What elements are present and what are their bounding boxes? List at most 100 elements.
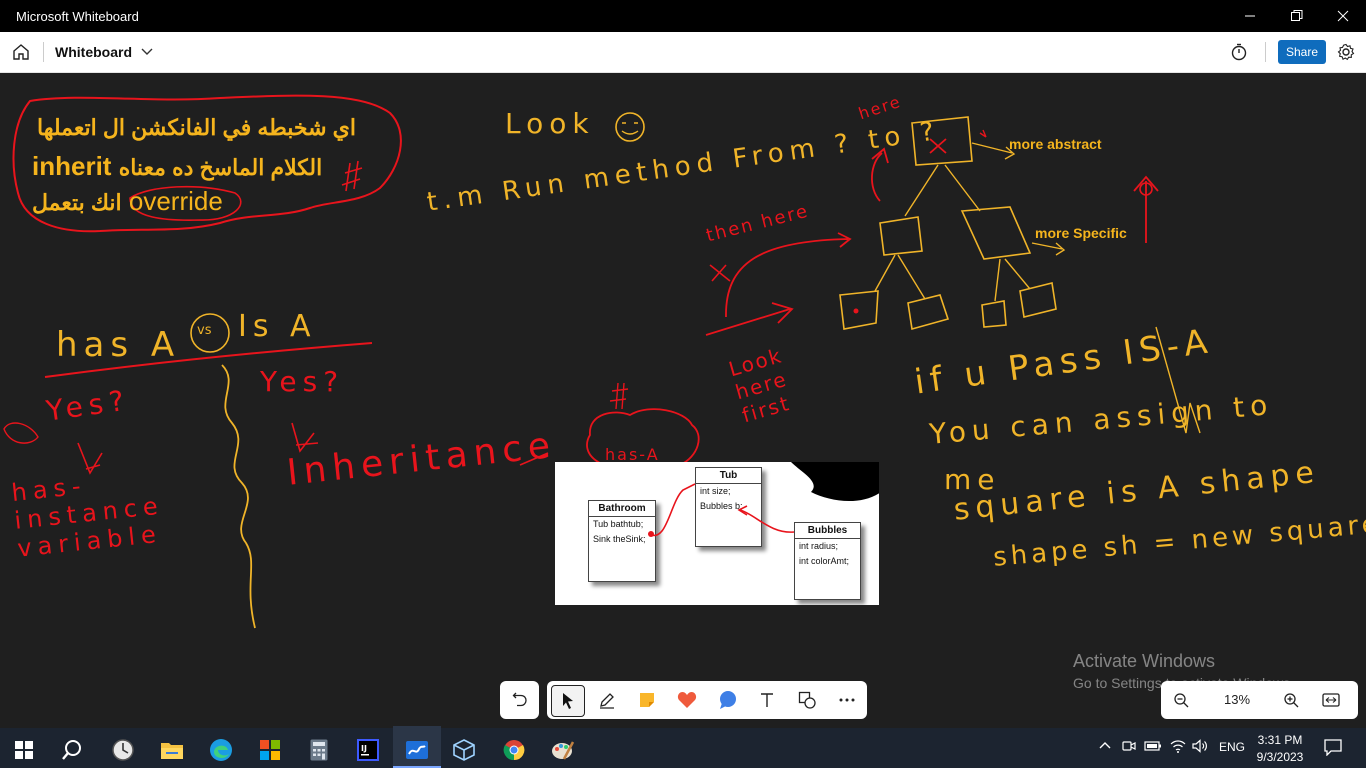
tray-language[interactable]: ENG xyxy=(1219,740,1245,754)
fit-to-screen-button[interactable] xyxy=(1315,685,1347,715)
label-more-specific: more Specific xyxy=(1035,225,1127,241)
zoom-in-icon xyxy=(1284,693,1299,708)
paint-icon xyxy=(552,741,575,760)
chevron-down-icon[interactable] xyxy=(140,44,154,58)
undo-button[interactable] xyxy=(500,681,539,719)
chevron-up-icon xyxy=(1099,742,1111,749)
select-icon xyxy=(563,693,573,709)
reaction-tool[interactable] xyxy=(671,685,703,715)
taskbar-app-calculator[interactable] xyxy=(299,732,339,768)
zoom-out-button[interactable] xyxy=(1165,685,1197,715)
home-button[interactable] xyxy=(8,38,34,66)
label-more-abstract: more abstract xyxy=(1009,136,1102,152)
zoom-out-icon xyxy=(1174,693,1189,708)
watermark-title: Activate Windows xyxy=(1073,651,1216,671)
maximize-button[interactable] xyxy=(1274,0,1320,32)
taskbar-app-intellij[interactable]: IJ xyxy=(348,732,388,768)
zoom-in-button[interactable] xyxy=(1275,685,1307,715)
edge-browser-icon xyxy=(210,739,232,761)
shapes-icon xyxy=(798,691,816,709)
notifications-button[interactable] xyxy=(1324,738,1342,761)
timer-button[interactable] xyxy=(1227,40,1251,64)
folder-icon xyxy=(161,743,183,759)
zoom-controls: 13% xyxy=(1161,681,1358,719)
intellij-icon: IJ xyxy=(357,739,379,761)
taskbar-app-whiteboard[interactable] xyxy=(397,732,437,768)
minimize-icon xyxy=(1245,15,1255,17)
taskbar-app-virtualbox[interactable] xyxy=(444,732,484,768)
store-icon xyxy=(260,740,280,760)
taskbar-app-file-explorer[interactable] xyxy=(152,732,192,768)
close-icon xyxy=(1337,10,1349,22)
settings-button[interactable] xyxy=(1333,40,1359,64)
calculator-icon xyxy=(310,739,328,761)
text-icon xyxy=(761,693,773,707)
uml-annotations xyxy=(648,483,795,537)
divider xyxy=(1265,42,1266,62)
arabic-note-line3-ar: انك بتعمل xyxy=(32,190,122,215)
timer-icon xyxy=(1231,43,1247,61)
svg-text:IJ: IJ xyxy=(361,744,367,753)
tray-meet-now[interactable] xyxy=(1122,739,1136,756)
battery-icon xyxy=(1144,741,1161,751)
tray-wifi[interactable] xyxy=(1170,739,1186,756)
taskbar-app-chrome[interactable] xyxy=(494,732,534,768)
tray-volume[interactable] xyxy=(1192,739,1208,756)
tray-battery[interactable] xyxy=(1144,739,1162,756)
app-bar: Whiteboard Share xyxy=(0,32,1366,73)
clock-app-icon xyxy=(112,739,134,761)
handwriting-has-a: has A xyxy=(56,325,181,365)
home-icon xyxy=(13,44,29,60)
uml-diagram-image[interactable]: Bathroom Tub bathtub; Sink theSink; Tub … xyxy=(555,462,879,605)
taskbar-app-store[interactable] xyxy=(250,732,290,768)
taskbar-app-clock[interactable] xyxy=(103,732,143,768)
board-name[interactable]: Whiteboard xyxy=(55,44,132,60)
whiteboard-app-icon xyxy=(406,741,428,759)
restore-icon xyxy=(1291,10,1303,21)
chrome-icon xyxy=(503,740,525,761)
taskbar-app-edge[interactable] xyxy=(201,732,241,768)
clock-date: 9/3/2023 xyxy=(1256,750,1304,764)
tray-overflow-button[interactable] xyxy=(1098,738,1112,755)
sticky-note-icon xyxy=(640,693,654,707)
arabic-note-override: override xyxy=(128,186,223,216)
taskbar-app-paint[interactable] xyxy=(543,732,583,768)
handwriting-is-a: Is A xyxy=(238,309,317,344)
shapes-tool[interactable] xyxy=(791,685,823,715)
wifi-icon xyxy=(1170,740,1186,753)
close-button[interactable] xyxy=(1320,0,1366,32)
pen-tool[interactable] xyxy=(591,685,623,715)
notification-icon xyxy=(1324,739,1342,757)
handwriting-look: Look xyxy=(505,107,595,140)
more-icon xyxy=(839,698,855,702)
select-tool[interactable] xyxy=(551,685,585,717)
volume-icon xyxy=(1192,739,1207,753)
fit-screen-icon xyxy=(1322,693,1340,707)
undo-icon xyxy=(512,692,527,707)
zoom-level[interactable]: 13% xyxy=(1219,692,1255,707)
minimize-button[interactable] xyxy=(1227,0,1273,32)
gear-icon xyxy=(1337,43,1355,61)
text-tool[interactable] xyxy=(751,685,783,715)
arabic-note-inherit: inherit xyxy=(32,151,112,181)
heart-icon xyxy=(677,692,697,708)
comment-tool[interactable] xyxy=(711,685,743,715)
handwriting-vs: vs xyxy=(197,323,212,338)
title-bar: Microsoft Whiteboard xyxy=(0,0,1366,32)
sticky-note-tool[interactable] xyxy=(631,685,663,715)
search-button[interactable] xyxy=(52,732,92,768)
app-title: Microsoft Whiteboard xyxy=(16,9,139,24)
more-tools-button[interactable] xyxy=(831,685,863,715)
divider xyxy=(43,42,44,62)
clock-time: 3:31 PM xyxy=(1257,733,1303,747)
whiteboard-canvas[interactable]: اي شخبطه في الفانكشن ال اتعملها inherit … xyxy=(0,73,1366,727)
taskbar: IJ ENG xyxy=(0,728,1366,768)
start-button[interactable] xyxy=(4,732,44,768)
arabic-note-line2: inherit الكلام الماسخ ده معناه xyxy=(32,151,322,182)
arabic-note-line2-ar: الكلام الماسخ ده معناه xyxy=(118,155,323,180)
pen-icon xyxy=(600,693,614,709)
share-button[interactable]: Share xyxy=(1278,40,1326,64)
arabic-note-line3: انك بتعمل override xyxy=(32,186,223,217)
comment-icon xyxy=(720,691,736,709)
taskbar-clock[interactable]: 3:31 PM 9/3/2023 xyxy=(1253,732,1307,766)
